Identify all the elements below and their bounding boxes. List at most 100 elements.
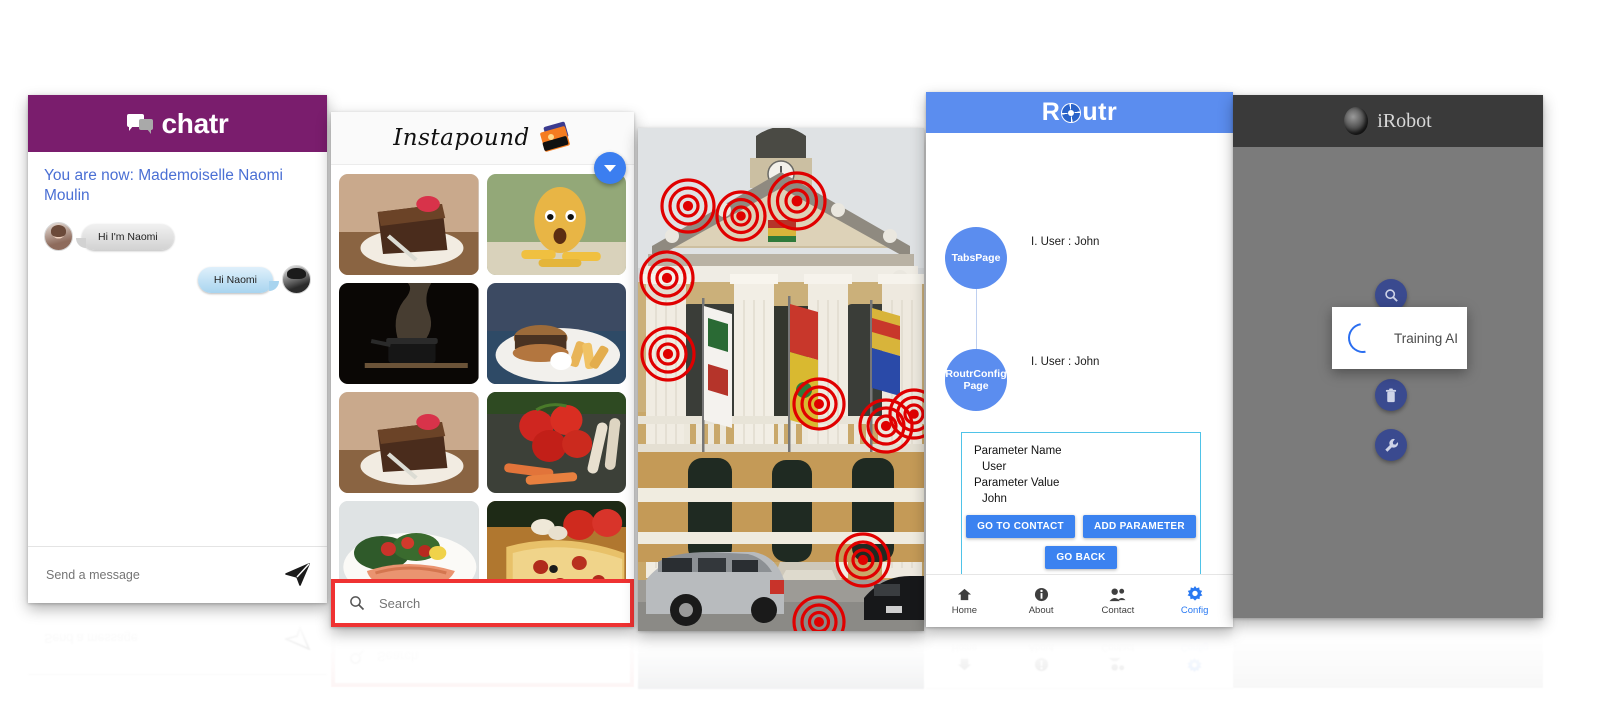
chatr-header: chatr	[28, 95, 327, 152]
parameter-panel: Parameter Name User Parameter Value John…	[961, 432, 1201, 580]
target-markers-overlay	[639, 171, 924, 631]
routr-app-panel: R utr TabsPage I. User : John RoutrConfi…	[926, 92, 1233, 627]
message-input[interactable]	[44, 567, 285, 583]
instapound-app-panel: Instapound	[331, 112, 634, 627]
chatr-message-area: You are now: Mademoiselle Naomi Moulin H…	[28, 152, 327, 546]
irobot-content: Training AI	[1233, 147, 1543, 618]
photo-thumbnail[interactable]	[486, 392, 626, 493]
parameter-name-label: Parameter Name	[974, 445, 1062, 457]
photo-grid	[331, 164, 634, 602]
red-concentric-target-marker	[835, 532, 891, 588]
routr-title-prefix: R	[1041, 98, 1061, 126]
tab-contact[interactable]: Contact	[1080, 575, 1157, 627]
tab-about[interactable]: About	[1003, 575, 1080, 627]
info-icon	[1034, 586, 1049, 602]
settings-tool-button[interactable]	[1375, 429, 1407, 461]
irobot-header: iRobot	[1233, 95, 1543, 147]
instapound-reflection-text: Search	[377, 649, 419, 665]
chat-message-row: Hi Naomi	[44, 265, 311, 294]
go-back-button-row: GO BACK	[962, 546, 1200, 569]
compass-rose-icon	[1061, 102, 1082, 123]
graph-node-routrconfigpage[interactable]: RoutrConfig Page	[945, 349, 1007, 411]
red-concentric-target-marker	[660, 178, 716, 234]
search-input[interactable]	[377, 594, 616, 612]
robot-head-icon	[1344, 107, 1369, 135]
chat-bubble-outgoing: Hi Naomi	[197, 266, 280, 293]
chat-message-row: Hi I'm Naomi	[44, 222, 311, 251]
building-photo-panel	[638, 128, 924, 631]
photo-thumbnail[interactable]	[486, 283, 626, 384]
red-concentric-target-marker	[640, 326, 696, 382]
dialog-message: Training AI	[1394, 330, 1459, 346]
chat-bubble-incoming: Hi I'm Naomi	[76, 223, 174, 250]
graph-edge	[976, 289, 977, 351]
loading-spinner-icon	[1342, 317, 1384, 359]
chatr-app-panel: chatr You are now: Mademoiselle Naomi Mo…	[28, 95, 327, 603]
search-icon	[350, 649, 365, 664]
routr-title-suffix: utr	[1082, 98, 1118, 126]
tab-label: Home	[951, 642, 978, 654]
search-icon	[1384, 288, 1398, 302]
irobot-app-panel: iRobot Training AI	[1233, 95, 1543, 618]
instapound-header: Instapound	[331, 112, 634, 165]
tab-label: Contact	[1101, 605, 1135, 616]
tab-label: Config	[1180, 642, 1209, 654]
man-avatar	[282, 265, 311, 294]
go-back-button[interactable]: GO BACK	[1045, 546, 1117, 569]
chevron-down-icon	[604, 164, 616, 172]
home-icon	[957, 586, 972, 602]
photo-thumbnail[interactable]	[486, 174, 626, 275]
routr-app-title: R utr	[1042, 98, 1117, 127]
delete-button[interactable]	[1375, 379, 1407, 411]
tab-label: Home	[951, 605, 978, 616]
red-concentric-target-marker	[639, 250, 695, 306]
red-concentric-target-marker	[792, 377, 846, 431]
irobot-app-title: iRobot	[1377, 109, 1432, 132]
gear-icon	[1187, 586, 1203, 602]
parameter-value-label: Parameter Value	[974, 477, 1060, 489]
instapound-search-bar[interactable]	[331, 579, 634, 627]
trash-icon	[1385, 387, 1397, 402]
parameter-name-value: User	[982, 461, 1007, 473]
paper-plane-send-icon[interactable]	[285, 563, 311, 587]
building-photo-reflection	[638, 631, 924, 689]
screenshot-stage: Send a message chatr You are now: Mademo…	[0, 0, 1600, 709]
tab-label: Config	[1180, 605, 1209, 616]
wrench-icon	[1384, 438, 1398, 452]
tab-config[interactable]: Config	[1156, 575, 1233, 627]
instapound-app-title: Instapound	[393, 125, 530, 151]
go-to-contact-button[interactable]: GO TO CONTACT	[966, 515, 1075, 538]
neoclassical-building-photo	[638, 128, 924, 631]
info-icon	[1034, 657, 1049, 673]
parameter-button-row: GO TO CONTACT ADD PARAMETER	[962, 515, 1200, 538]
red-concentric-target-marker	[715, 190, 767, 242]
node-label: RoutrConfig Page	[945, 368, 1007, 392]
photo-thumbnail[interactable]	[339, 392, 479, 493]
polaroid-photo-icon	[538, 121, 572, 153]
tab-label: About	[1028, 642, 1054, 654]
training-ai-dialog: Training AI	[1332, 307, 1467, 369]
tab-home[interactable]: Home	[926, 575, 1003, 627]
woman-avatar	[44, 222, 73, 251]
graph-node-tabspage[interactable]: TabsPage	[945, 227, 1007, 289]
node-caption: I. User : John	[1031, 236, 1100, 248]
chatr-composer	[28, 546, 327, 603]
tab-label: About	[1028, 605, 1054, 616]
contacts-icon	[1109, 657, 1126, 673]
expand-fab-button[interactable]	[594, 152, 626, 184]
red-concentric-target-marker	[792, 595, 846, 631]
chatr-reflection-text: Send a message	[44, 631, 138, 646]
photo-thumbnail[interactable]	[339, 283, 479, 384]
chatr-app-title: chatr	[161, 107, 229, 139]
chatr-status-text: You are now: Mademoiselle Naomi Moulin	[44, 167, 283, 204]
tab-label: Contact	[1101, 642, 1135, 654]
routr-content: TabsPage I. User : John RoutrConfig Page…	[926, 133, 1233, 580]
chat-bubbles-icon	[126, 113, 153, 134]
photo-thumbnail[interactable]	[339, 174, 479, 275]
red-concentric-target-marker	[888, 388, 924, 440]
node-label: TabsPage	[951, 252, 1001, 264]
irobot-reflection	[1233, 618, 1543, 688]
routr-reflection: Home About Contact Config	[926, 627, 1233, 689]
add-parameter-button[interactable]: ADD PARAMETER	[1082, 515, 1196, 538]
red-concentric-target-marker	[767, 171, 827, 231]
